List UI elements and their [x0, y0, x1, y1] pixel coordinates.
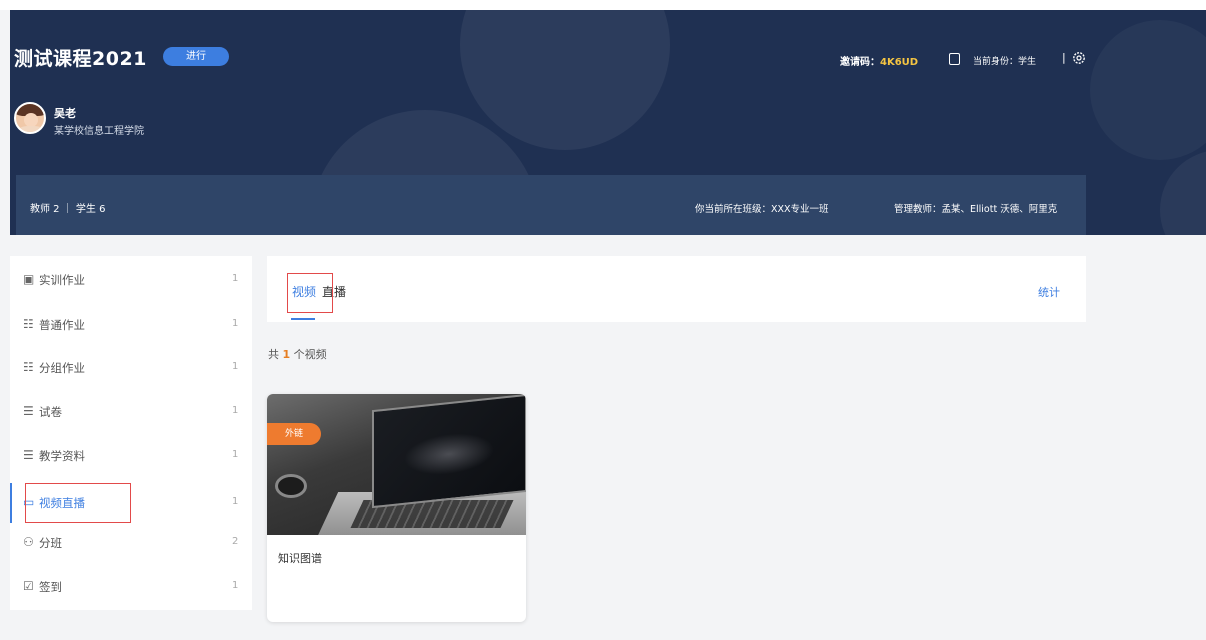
sidebar-item-group-homework[interactable]: ☷ 分组作业 1	[10, 348, 252, 388]
course-header: 测试课程2021 进行 吴老 某学校信息工程学院 邀请码：4K6UD 当前身份：…	[10, 10, 1206, 235]
sidebar-item-count: 2	[232, 536, 239, 547]
sidebar-item-label: 实训作业	[39, 273, 85, 287]
sidebar-item-label: 试卷	[39, 405, 62, 419]
monitor-icon: ▣	[23, 272, 35, 286]
decor-bubble	[1160, 150, 1206, 235]
video-thumbnail[interactable]: 外链	[267, 394, 526, 535]
users-icon: ⚇	[23, 535, 34, 549]
edit-icon: ☷	[23, 317, 34, 331]
class-info: 你当前所在班级：XXX专业一班	[695, 204, 829, 215]
teacher-name: 吴老	[54, 107, 76, 120]
avatar	[14, 102, 46, 134]
invite-code: 4K6UD	[880, 57, 919, 68]
copy-icon[interactable]	[949, 53, 960, 65]
sidebar-item-count: 1	[232, 361, 239, 372]
stats-link[interactable]: 统计	[1038, 284, 1060, 300]
sidebar-item-practice-homework[interactable]: ▣ 实训作业 1	[10, 260, 252, 300]
external-link-badge: 外链	[267, 423, 321, 445]
top-strip	[0, 0, 1206, 10]
exam-icon: ☰	[23, 404, 34, 418]
highlight-box	[25, 483, 131, 523]
sidebar-item-count: 1	[232, 273, 239, 284]
sidebar-item-normal-homework[interactable]: ☷ 普通作业 1	[10, 305, 252, 345]
sidebar-item-exam[interactable]: ☰ 试卷 1	[10, 392, 252, 432]
sidebar-item-label: 教学资料	[39, 449, 85, 463]
sidebar-item-label: 分班	[39, 536, 62, 550]
tabs-card: 视频 直播 统计	[267, 256, 1086, 322]
decor-bubble	[460, 10, 670, 150]
sidebar: ▣ 实训作业 1 ☷ 普通作业 1 ☷ 分组作业 1 ☰ 试卷 1 ☰ 教学资料…	[10, 256, 252, 610]
group-icon: ☷	[23, 360, 34, 374]
member-counts: 教师 2 ｜ 学生 6	[30, 204, 106, 215]
sidebar-item-teaching-materials[interactable]: ☰ 教学资料 1	[10, 436, 252, 476]
video-total: 共 1 个视频	[268, 348, 327, 361]
sidebar-item-count: 1	[232, 405, 239, 416]
status-badge: 进行	[163, 47, 229, 66]
sidebar-item-class-division[interactable]: ⚇ 分班 2	[10, 523, 252, 563]
teacher-org: 某学校信息工程学院	[54, 126, 144, 137]
video-count: 1	[282, 348, 291, 361]
video-card[interactable]: 外链 知识图谱	[267, 394, 526, 622]
current-role: 当前身份：学生	[973, 57, 1037, 67]
checkbox-icon: ☑	[23, 579, 34, 593]
gear-icon[interactable]	[1072, 51, 1086, 65]
decor-bubble	[1090, 20, 1206, 160]
sidebar-item-count: 1	[232, 496, 239, 507]
tab-active-underline	[291, 318, 315, 320]
invite-code-label: 邀请码：4K6UD	[840, 57, 919, 68]
sidebar-item-label: 签到	[39, 580, 62, 594]
divider: |	[1062, 51, 1066, 64]
folder-icon: ☰	[23, 448, 34, 462]
video-title[interactable]: 知识图谱	[278, 550, 322, 566]
sidebar-item-count: 1	[232, 318, 239, 329]
admin-teachers: 管理教师：孟某、Elliott 沃德、阿里克	[894, 204, 1058, 215]
sidebar-item-count: 1	[232, 449, 239, 460]
sidebar-item-check-in[interactable]: ☑ 签到 1	[10, 567, 252, 607]
course-title: 测试课程2021	[14, 48, 147, 70]
highlight-box	[287, 273, 333, 313]
sidebar-item-label: 分组作业	[39, 361, 85, 375]
sidebar-item-label: 普通作业	[39, 318, 85, 332]
sidebar-item-count: 1	[232, 580, 239, 591]
